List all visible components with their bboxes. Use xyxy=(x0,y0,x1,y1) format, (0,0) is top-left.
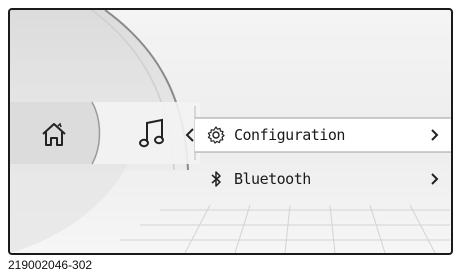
gear-icon xyxy=(207,126,225,144)
chevron-left-icon[interactable] xyxy=(185,127,195,143)
home-icon[interactable] xyxy=(40,121,68,147)
bluetooth-icon xyxy=(211,171,221,187)
music-note-icon[interactable] xyxy=(138,118,166,150)
menu-item-label: Bluetooth xyxy=(234,170,311,188)
chevron-right-icon xyxy=(431,129,439,141)
figure-caption: 219002046-302 xyxy=(8,258,93,272)
menu-item-configuration[interactable]: Configuration xyxy=(206,118,446,152)
menu-item-label: Configuration xyxy=(234,126,345,144)
infotainment-screen: Configuration Bluetooth xyxy=(8,8,453,255)
chevron-right-icon xyxy=(431,173,439,185)
menu-item-bluetooth[interactable]: Bluetooth xyxy=(206,162,446,196)
